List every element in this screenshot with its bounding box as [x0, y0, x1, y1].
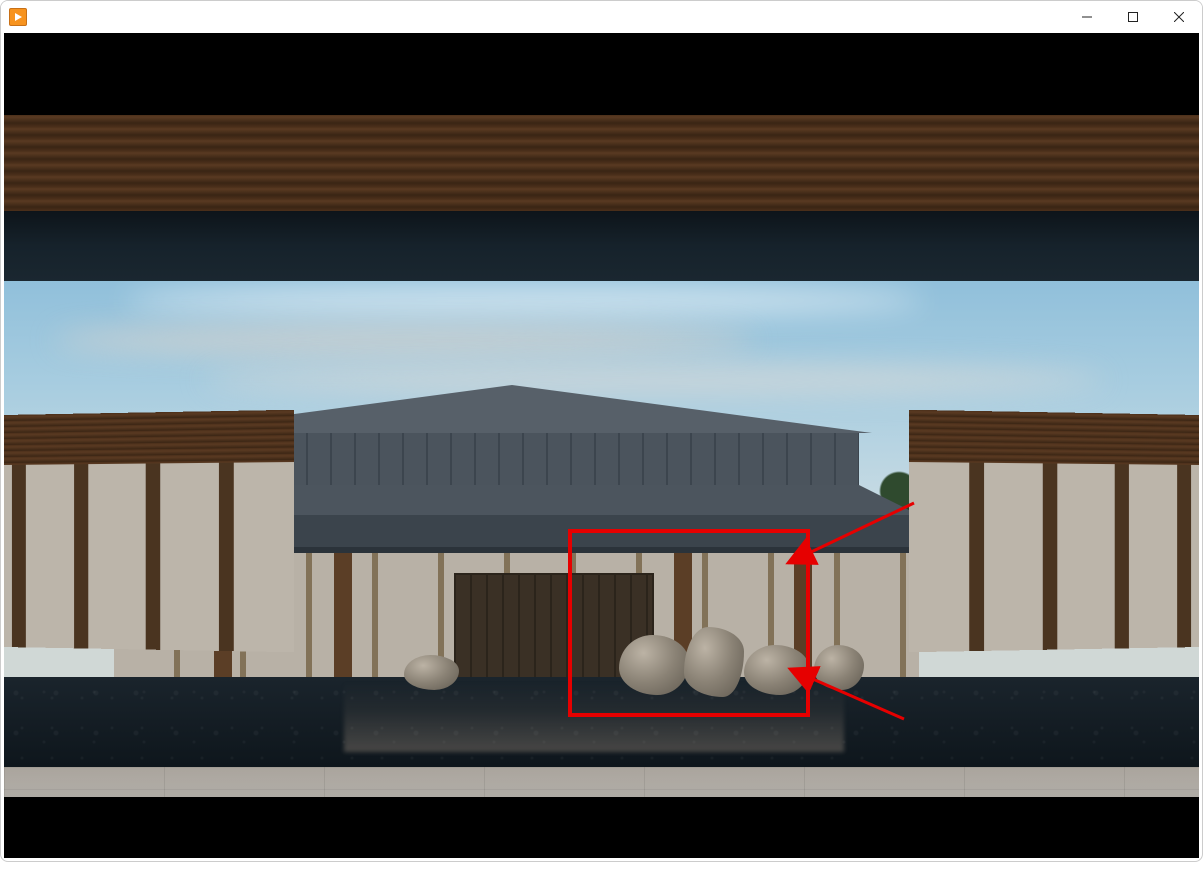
scene-rock [744, 645, 809, 695]
window-controls [1064, 1, 1202, 33]
close-button[interactable] [1156, 1, 1202, 33]
scene-rock [404, 655, 459, 690]
scene-foreground-roof [4, 115, 1199, 211]
maximize-icon [1128, 12, 1138, 22]
scene-rock [814, 645, 864, 690]
titlebar[interactable] [1, 1, 1202, 33]
titlebar-left [9, 8, 33, 26]
video-viewport[interactable] [4, 33, 1199, 858]
minimize-button[interactable] [1064, 1, 1110, 33]
scene-rock [684, 627, 744, 697]
scene-foreground-shadow [4, 211, 1199, 281]
scene-rock [619, 635, 689, 695]
scene-pool [4, 677, 1199, 767]
video-frame [4, 115, 1199, 797]
media-player-window [0, 0, 1203, 862]
scene-floor [4, 767, 1199, 797]
media-player-icon [9, 8, 27, 26]
minimize-icon [1082, 12, 1092, 22]
scene-right-wing [909, 410, 1199, 652]
close-icon [1174, 12, 1184, 22]
maximize-button[interactable] [1110, 1, 1156, 33]
scene-left-wing [4, 410, 294, 652]
